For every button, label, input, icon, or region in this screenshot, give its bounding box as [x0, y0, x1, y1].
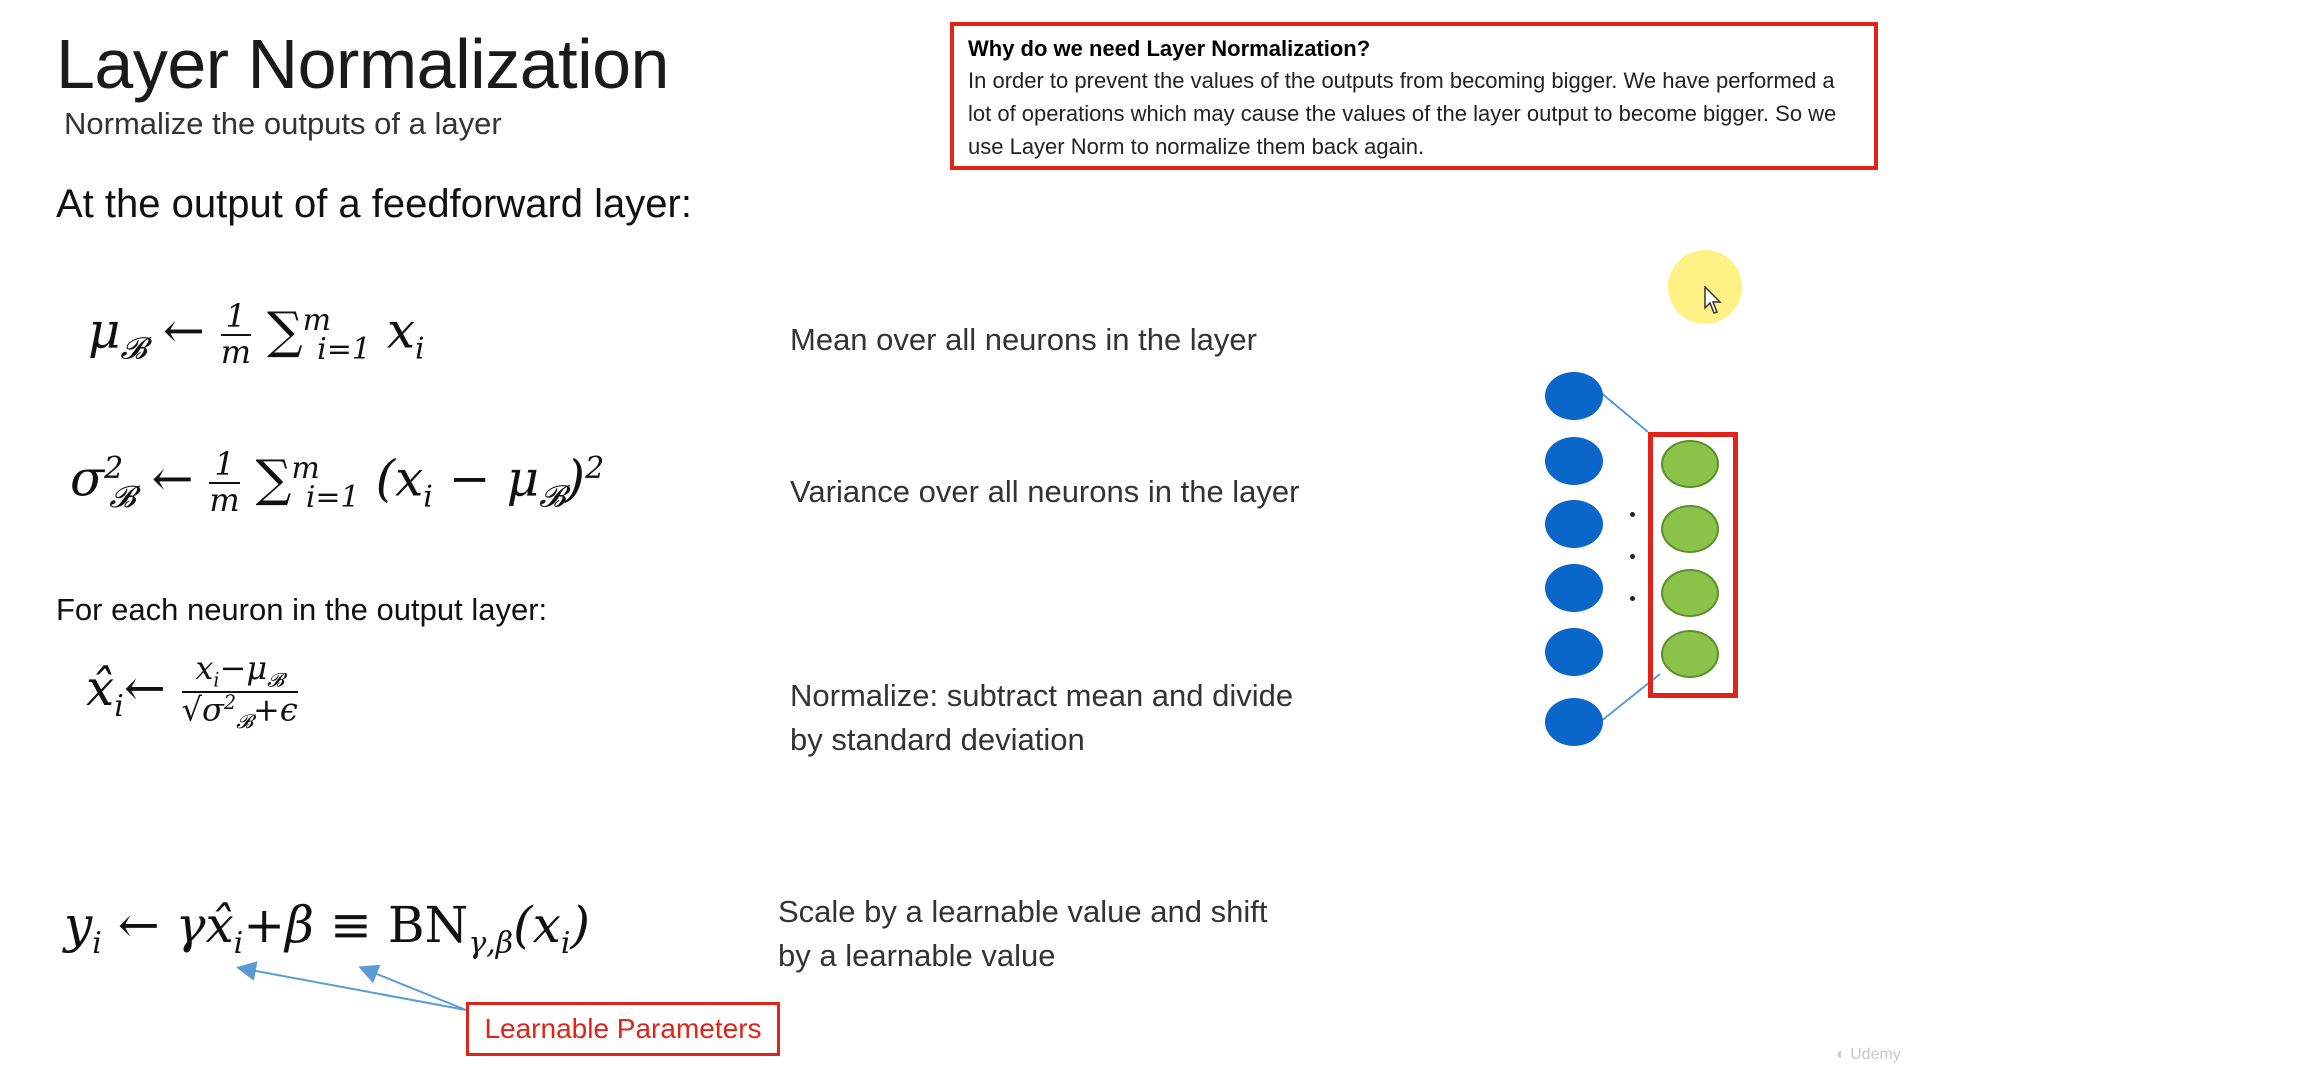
mouse-cursor-icon — [1704, 286, 1722, 314]
ellipsis-dot — [1630, 596, 1635, 601]
input-neuron — [1545, 564, 1603, 612]
learnable-arrows — [236, 391, 1661, 1011]
watermark-logo: ◐ Udemy — [1836, 1046, 1901, 1063]
input-neuron — [1545, 372, 1603, 420]
learnable-parameters-label: Learnable Parameters — [466, 1002, 780, 1056]
input-neuron — [1545, 500, 1603, 548]
arrow-to-beta — [358, 964, 467, 1011]
arrow-to-gamma — [236, 961, 467, 1011]
ellipsis-dot — [1630, 512, 1635, 517]
connection-line — [1599, 391, 1649, 433]
output-neuron — [1661, 569, 1719, 617]
input-neuron — [1545, 698, 1603, 746]
output-neuron — [1661, 440, 1719, 488]
output-neuron — [1661, 630, 1719, 678]
ellipsis-dot — [1630, 554, 1635, 559]
input-neuron — [1545, 628, 1603, 676]
output-neuron — [1661, 505, 1719, 553]
input-neuron — [1545, 437, 1603, 485]
